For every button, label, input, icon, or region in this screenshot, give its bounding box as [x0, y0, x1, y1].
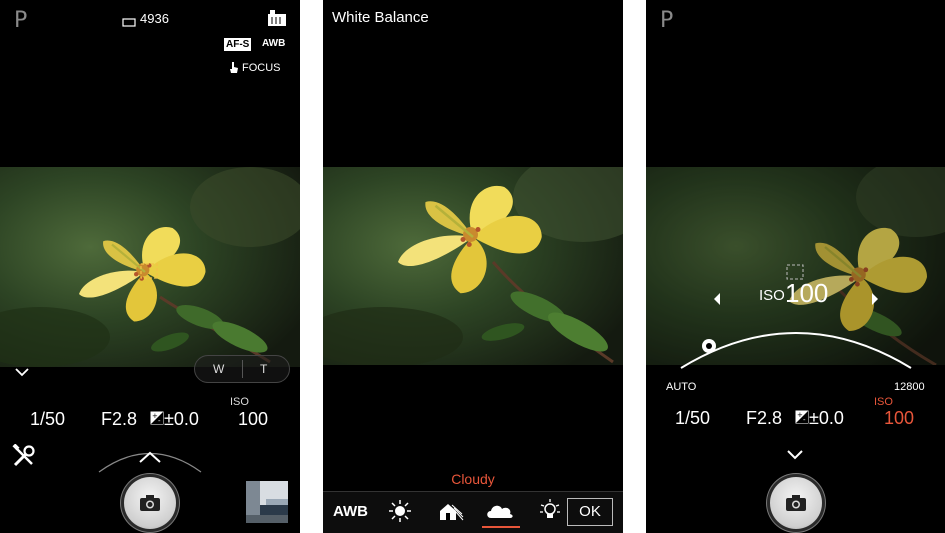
incandescent-icon[interactable]	[539, 499, 561, 528]
selected-indicator	[482, 526, 520, 528]
shutter-button[interactable]	[770, 477, 822, 529]
memory-card-icon	[122, 14, 136, 32]
iso-setting-screen: P ISO 100 AUTO 12800 ISO 1/50 F2.8 + - ±0…	[646, 0, 945, 533]
iso-dial-value: 100	[785, 278, 829, 308]
shots-remaining: 4936	[140, 11, 169, 26]
iso-dial-arc[interactable]	[676, 318, 916, 377]
iso-dial-max: 12800	[894, 381, 925, 393]
live-view[interactable]	[323, 167, 623, 365]
sun-icon[interactable]	[389, 500, 411, 527]
exposure-comp[interactable]: ±0.0	[809, 408, 844, 429]
white-balance-screen: White Balance Cloudy AWB OK	[323, 0, 623, 533]
iso-label: ISO	[230, 396, 249, 408]
wb-auto-option[interactable]: AWB	[333, 503, 368, 520]
chevron-left-icon[interactable]	[712, 292, 722, 311]
shutter-speed[interactable]: 1/50	[30, 409, 65, 430]
exposure-comp-icon: + -	[150, 411, 164, 430]
camera-icon	[786, 495, 806, 511]
wb-preset-bar: AWB OK	[323, 491, 623, 533]
selected-preset-label: Cloudy	[451, 471, 495, 487]
shutter-button[interactable]	[124, 477, 176, 529]
shooting-mode[interactable]: P	[14, 8, 27, 33]
touch-focus-icon	[229, 61, 239, 79]
white-balance-badge[interactable]: AWB	[262, 38, 285, 49]
chevron-right-icon[interactable]	[870, 292, 880, 311]
iso-dial-min: AUTO	[666, 381, 697, 393]
zoom-wide[interactable]: W	[213, 362, 224, 376]
camera-screen-main: P 4936 AF-S AWB FOCUS W T ISO 1/50 F2.8 …	[0, 0, 300, 533]
aperture[interactable]: F2.8	[746, 408, 782, 429]
exposure-comp[interactable]: ±0.0	[164, 409, 199, 430]
iso-value[interactable]: 100	[884, 408, 914, 429]
exposure-comp-icon: + -	[795, 410, 809, 429]
iso-dial-label: ISO	[759, 287, 785, 304]
cloud-icon[interactable]	[485, 500, 515, 527]
aperture[interactable]: F2.8	[101, 409, 137, 430]
zoom-control[interactable]: W T	[194, 355, 290, 383]
focus-label[interactable]: FOCUS	[242, 62, 281, 74]
focus-mode-badge[interactable]: AF-S	[224, 38, 252, 51]
iso-label: ISO	[874, 396, 893, 408]
settings-tools-icon[interactable]	[12, 443, 36, 473]
last-photo-thumbnail[interactable]	[246, 481, 288, 523]
chevron-down-icon[interactable]	[786, 448, 804, 466]
iso-value[interactable]: 100	[238, 409, 268, 430]
live-view[interactable]	[0, 167, 300, 367]
page-title: White Balance	[332, 9, 429, 26]
zoom-tele[interactable]: T	[260, 362, 267, 376]
chevron-down-icon[interactable]	[14, 364, 30, 382]
camera-icon	[140, 495, 160, 511]
shutter-speed[interactable]: 1/50	[675, 408, 710, 429]
shooting-mode[interactable]: P	[660, 8, 673, 33]
battery-icon	[266, 8, 288, 33]
shade-icon[interactable]	[438, 500, 464, 527]
ok-button[interactable]: OK	[567, 498, 613, 526]
